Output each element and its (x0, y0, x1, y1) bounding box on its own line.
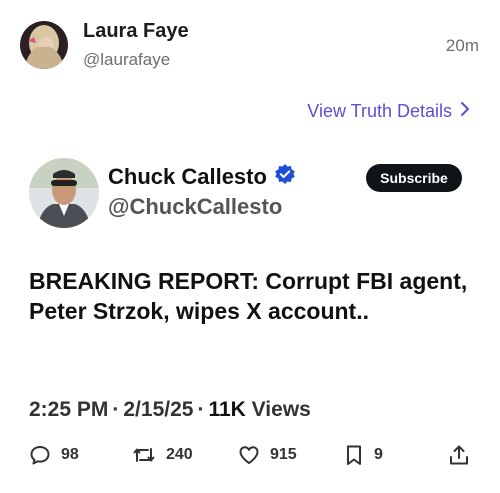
author-handle[interactable]: @ChuckCallesto (108, 194, 282, 220)
like-count: 915 (270, 446, 297, 463)
verified-badge-icon (274, 163, 296, 191)
user-handle[interactable]: @laurafaye (83, 50, 170, 70)
repost-icon (132, 444, 156, 466)
avatar[interactable] (20, 21, 68, 69)
post-date: 2/15/25 (123, 398, 194, 421)
action-bar: 98 240 915 9 (0, 440, 500, 470)
post-time: 2:25 PM (29, 398, 109, 421)
views-count: 11K (208, 398, 246, 421)
share-button[interactable] (448, 440, 470, 470)
timestamp: 20m (445, 36, 479, 55)
views-label: Views (251, 398, 311, 421)
subscribe-button[interactable]: Subscribe (366, 164, 462, 192)
bookmark-count: 9 (374, 446, 383, 463)
truth-header: Laura Faye @laurafaye 20m (0, 0, 500, 80)
post-meta: 2:25 PM · 2/15/25 · 11K Views (29, 398, 311, 421)
share-icon (448, 444, 470, 466)
view-truth-details-link[interactable]: View Truth Details (307, 101, 470, 122)
author-name-text: Chuck Callesto (108, 164, 267, 189)
post-text: BREAKING REPORT: Corrupt FBI agent, Pete… (29, 268, 468, 324)
author-avatar[interactable] (29, 158, 99, 228)
bookmark-button[interactable]: 9 (344, 440, 383, 470)
author-name[interactable]: Chuck Callesto (108, 163, 296, 191)
repost-count: 240 (166, 446, 193, 463)
repost-button[interactable]: 240 (132, 440, 193, 470)
heart-icon (238, 444, 260, 466)
chevron-right-icon (460, 101, 470, 122)
user-name[interactable]: Laura Faye (83, 20, 189, 43)
bookmark-icon (344, 444, 364, 466)
reply-count: 98 (61, 446, 79, 463)
reply-button[interactable]: 98 (29, 440, 79, 470)
reply-icon (29, 444, 51, 466)
like-button[interactable]: 915 (238, 440, 297, 470)
view-details-label: View Truth Details (307, 101, 452, 121)
